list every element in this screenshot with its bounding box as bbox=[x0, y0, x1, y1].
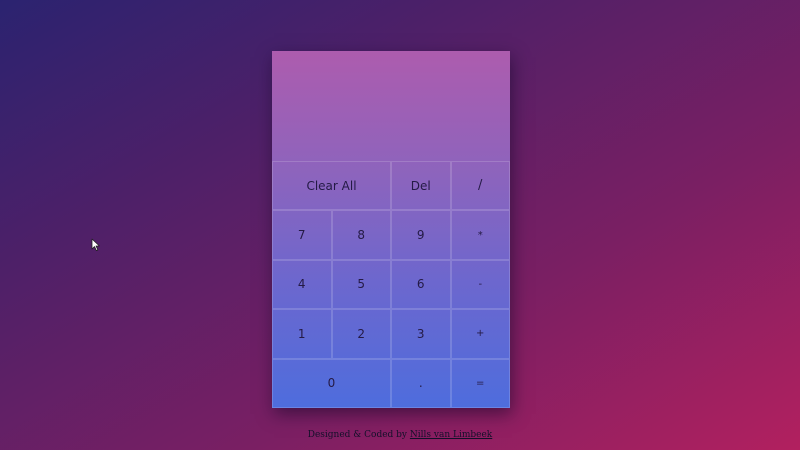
minus-button[interactable]: - bbox=[450, 259, 510, 310]
calculator-display bbox=[272, 51, 510, 161]
decimal-button[interactable]: . bbox=[391, 358, 451, 408]
equals-button[interactable]: = bbox=[450, 358, 510, 408]
digit-4-button[interactable]: 4 bbox=[272, 259, 332, 310]
digit-7-button[interactable]: 7 bbox=[272, 210, 332, 260]
digit-0-button[interactable]: 0 bbox=[272, 358, 391, 408]
digit-6-button[interactable]: 6 bbox=[391, 259, 451, 310]
clear-all-button[interactable]: Clear All bbox=[272, 161, 391, 211]
author-link[interactable]: Nills van Limbeek bbox=[410, 430, 492, 440]
delete-button[interactable]: Del bbox=[391, 161, 451, 211]
digit-9-button[interactable]: 9 bbox=[391, 210, 451, 260]
digit-5-button[interactable]: 5 bbox=[331, 259, 391, 310]
divide-button[interactable]: / bbox=[450, 161, 510, 211]
digit-2-button[interactable]: 2 bbox=[331, 309, 391, 359]
digit-3-button[interactable]: 3 bbox=[391, 309, 451, 359]
footer-credit-text: Designed & Coded by bbox=[307, 430, 408, 440]
calculator-keypad: Clear All Del / 7 8 9 * 4 5 6 - 1 2 3 + … bbox=[272, 161, 510, 408]
digit-1-button[interactable]: 1 bbox=[272, 309, 332, 359]
calculator: Clear All Del / 7 8 9 * 4 5 6 - 1 2 3 + … bbox=[272, 51, 510, 408]
multiply-button[interactable]: * bbox=[450, 210, 510, 260]
plus-button[interactable]: + bbox=[450, 309, 510, 359]
digit-8-button[interactable]: 8 bbox=[331, 210, 391, 260]
mouse-pointer-icon bbox=[91, 238, 100, 251]
footer-credit: Designed & Coded by Nills van Limbeek bbox=[0, 430, 800, 440]
